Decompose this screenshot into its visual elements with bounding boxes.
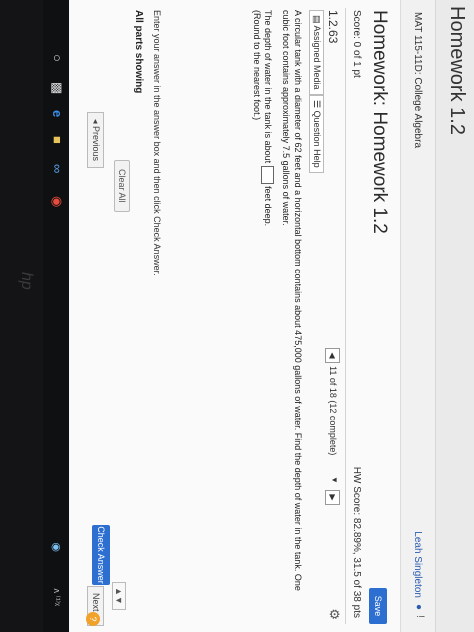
answer-suffix: feet deep. [263, 186, 274, 227]
clear-all-button[interactable]: Clear All [114, 160, 130, 212]
chevron-down-icon[interactable]: ▼ [330, 476, 339, 484]
browser-window: Homework 1.2 MAT 115-11D: College Algebr… [69, 0, 474, 632]
answer-prefix: The depth of water in the tank is about [263, 10, 274, 164]
course-bar: MAT 115-11D: College Algebra Leah Single… [400, 0, 435, 632]
info-icon[interactable]: ! [414, 615, 426, 618]
question-score: Score: 0 of 1 pt [351, 10, 362, 78]
next-question-button[interactable]: ▶ [325, 490, 340, 505]
assigned-media-label: Assigned Media [312, 25, 322, 90]
media-icon: ▤ [312, 15, 322, 26]
answer-input[interactable] [261, 165, 274, 184]
chrome-icon[interactable]: ◉ [49, 196, 65, 207]
rounding-note: (Round to the nearest foot.) [252, 10, 262, 121]
gear-icon[interactable]: ⚙ [326, 608, 342, 620]
app-icon[interactable]: ∞ [50, 164, 65, 173]
course-name[interactable]: MAT 115-11D: College Algebra [412, 12, 423, 148]
homework-score: HW Score: 82.89%, 31.5 of 38 pts [351, 466, 362, 618]
question-number: 1.2.63 [326, 10, 340, 44]
title-bar: Homework 1.2 [435, 0, 474, 632]
previous-button[interactable]: ◂ Previous [87, 112, 104, 169]
check-answer-button[interactable]: Check Answer [92, 525, 110, 585]
search-icon[interactable]: ○ [50, 54, 65, 62]
laptop-screen: Homework 1.2 MAT 115-11D: College Algebr… [0, 0, 474, 632]
file-explorer-icon[interactable]: ■ [50, 136, 65, 144]
person-icon: ● [413, 603, 424, 610]
assigned-media-button[interactable]: ▤ Assigned Media [309, 10, 324, 95]
question-help-label: Question Help [312, 110, 322, 168]
laptop-bezel: hp [0, 0, 43, 632]
divider [345, 8, 346, 624]
problem-statement: A circular tank with a diameter of 62 fe… [281, 10, 303, 591]
homework-content: Homework: Homework 1.2 Save Score: 0 of … [70, 0, 400, 632]
question-help-button[interactable]: ☰ Question Help [309, 95, 324, 173]
save-button[interactable]: Save [369, 588, 387, 624]
task-view-icon[interactable]: ▩ [49, 82, 65, 94]
taskbar: ○ ▩ e ■ ∞ ◉ ◉ ᴧ ⁽¹⁾ᵡ [43, 0, 69, 632]
edge-icon[interactable]: e [50, 110, 65, 117]
parts-label: All parts showing [133, 10, 144, 94]
instructions: Enter your answer in the answer box and … [152, 10, 162, 276]
previous-question-button[interactable]: ◀ [325, 348, 340, 363]
user-name[interactable]: Leah Singleton [412, 531, 423, 598]
help-list-icon: ☰ [312, 100, 322, 111]
question-progress[interactable]: 11 of 18 (12 complete) [328, 366, 338, 455]
page-title: Homework: Homework 1.2 [369, 10, 390, 234]
scroll-arrows[interactable]: ▲▼ [112, 582, 126, 610]
answer-line: The depth of water in the tank is about … [261, 10, 274, 226]
network-icon[interactable]: ◉ [50, 542, 63, 552]
hp-logo: hp [18, 272, 35, 290]
help-icon[interactable]: ? [86, 612, 100, 626]
window-title: Homework 1.2 [446, 6, 468, 135]
system-tray[interactable]: ᴧ ⁽¹⁾ᵡ [51, 588, 62, 606]
